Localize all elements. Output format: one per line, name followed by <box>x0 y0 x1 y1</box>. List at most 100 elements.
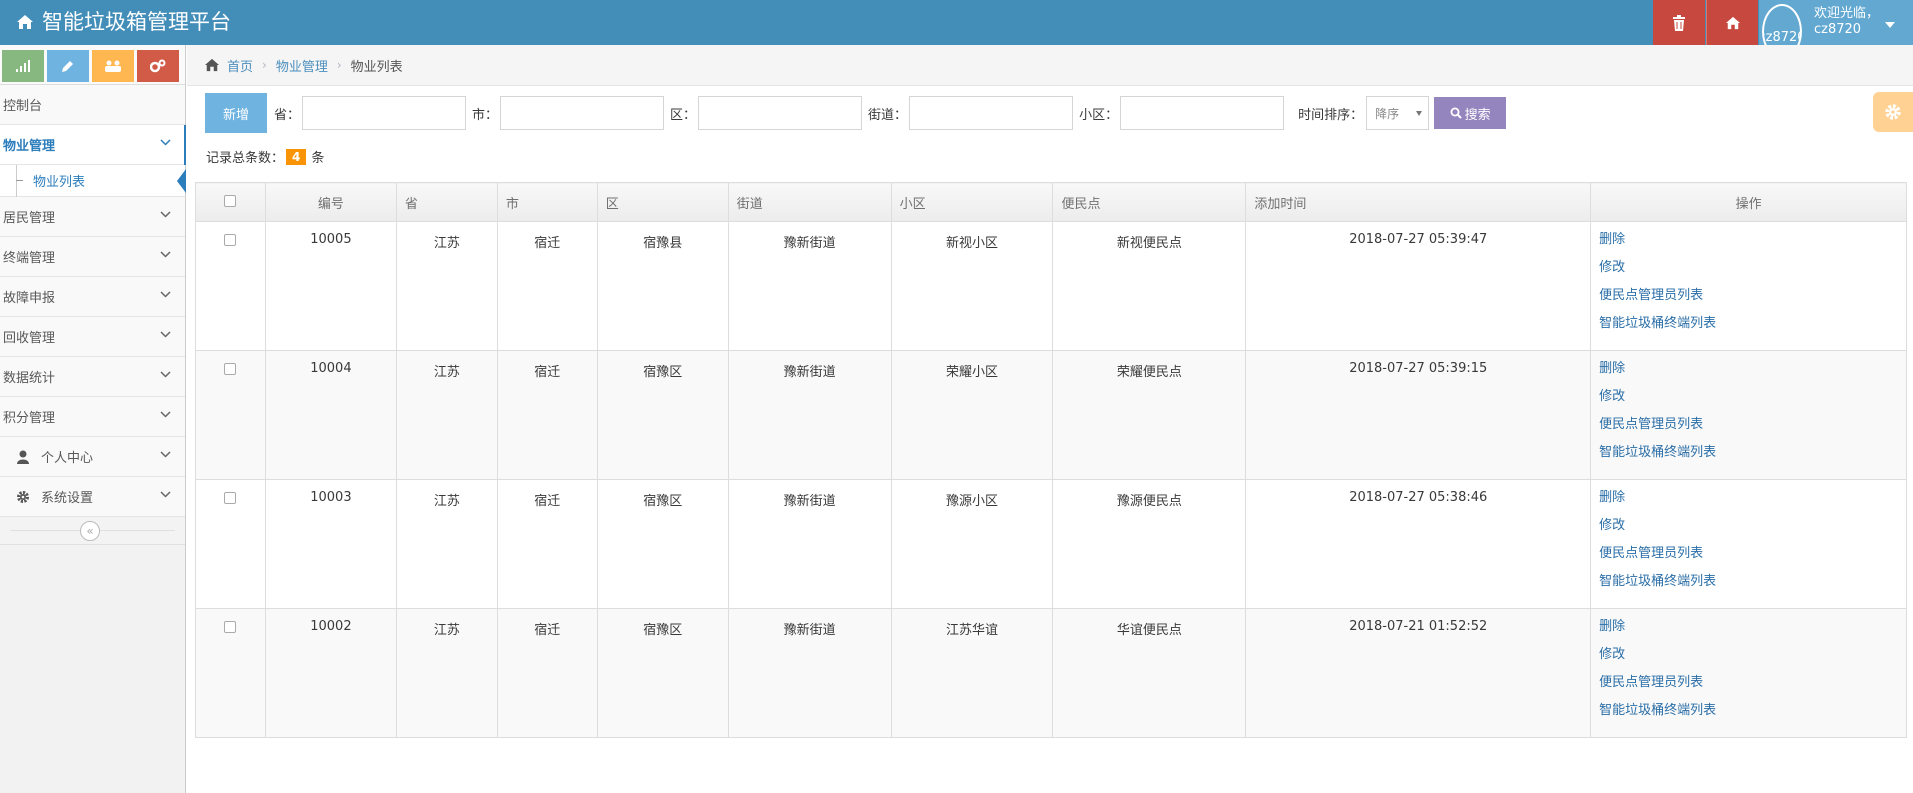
home-button[interactable] <box>1706 0 1758 45</box>
city-input[interactable] <box>500 96 665 130</box>
street-label: 街道： <box>868 107 908 123</box>
service-point-admins-link[interactable]: 便民点管理员列表 <box>1599 282 1906 310</box>
smart-bin-terminals-link[interactable]: 智能垃圾桶终端列表 <box>1599 568 1906 596</box>
sort-select[interactable]: 降序 <box>1366 96 1430 130</box>
column-header[interactable]: 区 <box>596 182 729 222</box>
service-point-admins-link[interactable]: 便民点管理员列表 <box>1599 669 1906 697</box>
home-icon <box>17 15 33 29</box>
cell-city: 宿迁 <box>496 479 598 609</box>
record-count: 记录总条数： 4 条 <box>206 147 324 166</box>
home-icon <box>1725 16 1740 29</box>
edit-link[interactable]: 修改 <box>1599 641 1906 669</box>
cell-community: 新视小区 <box>890 221 1054 351</box>
sidebar-item-label: 个人中心 <box>41 451 94 466</box>
column-header[interactable]: 小区 <box>890 182 1054 222</box>
search-button[interactable]: 搜索 <box>1434 97 1507 129</box>
cell-id: 10004 <box>264 350 397 480</box>
table-row: 10004 江苏 宿迁 宿豫区 豫新街道 荣耀小区 荣耀便民点 2018-07-… <box>195 350 1907 480</box>
delete-link[interactable]: 删除 <box>1599 613 1906 641</box>
column-header[interactable]: 街道 <box>727 182 892 222</box>
sidebar-item-recycling[interactable]: 回收管理 <box>0 317 185 357</box>
column-header[interactable]: 市 <box>496 182 598 222</box>
shortcut-group-button[interactable] <box>92 50 134 82</box>
app-brand[interactable]: 智能垃圾箱管理平台 <box>16 8 231 36</box>
caret-down-icon <box>1416 111 1423 116</box>
tree-dash <box>16 180 23 181</box>
smart-bin-terminals-link[interactable]: 智能垃圾桶终端列表 <box>1599 697 1906 725</box>
district-label: 区： <box>670 107 697 123</box>
row-checkbox[interactable] <box>224 234 237 246</box>
delete-link[interactable]: 删除 <box>1599 355 1906 383</box>
sidebar-item-residents[interactable]: 居民管理 <box>0 197 185 237</box>
search-button-label: 搜索 <box>1464 106 1491 122</box>
shortcut-stats-button[interactable] <box>2 50 44 82</box>
edit-link[interactable]: 修改 <box>1599 383 1906 411</box>
sidebar-item-points[interactable]: 积分管理 <box>0 397 185 437</box>
sidebar-item-property[interactable]: 物业管理 <box>0 125 186 165</box>
cell-service-point: 新视便民点 <box>1052 221 1247 351</box>
sidebar-item-statistics[interactable]: 数据统计 <box>0 357 185 397</box>
cell-district: 宿豫区 <box>596 608 729 738</box>
chevron-down-icon <box>160 451 171 458</box>
cell-district: 宿豫区 <box>596 479 729 609</box>
row-select-cell <box>195 479 266 609</box>
select-all-header <box>195 182 266 222</box>
settings-toggle-button[interactable] <box>1873 92 1913 132</box>
sidebar-item-label: 居民管理 <box>3 211 56 226</box>
community-input[interactable] <box>1120 96 1285 130</box>
breadcrumb-section-link[interactable]: 物业管理 <box>276 56 328 75</box>
cogs-icon <box>150 59 166 73</box>
user-info: 欢迎光临， cz8720 <box>1814 6 1879 38</box>
service-point-admins-link[interactable]: 便民点管理员列表 <box>1599 540 1906 568</box>
caret-down-icon <box>1885 22 1895 28</box>
user-icon <box>5 450 41 464</box>
cell-actions: 删除 修改 便民点管理员列表 智能垃圾桶终端列表 <box>1590 608 1907 738</box>
column-header[interactable]: 添加时间 <box>1245 182 1592 222</box>
row-checkbox[interactable] <box>224 492 237 504</box>
edit-link[interactable]: 修改 <box>1599 512 1906 540</box>
cell-street: 豫新街道 <box>727 608 892 738</box>
cell-street: 豫新街道 <box>727 479 892 609</box>
row-checkbox[interactable] <box>224 621 237 633</box>
sidebar-item-terminals[interactable]: 终端管理 <box>0 237 185 277</box>
row-checkbox[interactable] <box>224 363 237 375</box>
sidebar-collapse-button[interactable]: « <box>80 521 100 541</box>
column-header[interactable]: 编号 <box>264 182 397 222</box>
sidebar-item-dashboard[interactable]: 控制台 <box>0 85 185 125</box>
cell-community: 豫源小区 <box>890 479 1054 609</box>
trash-icon <box>1673 14 1685 31</box>
smart-bin-terminals-link[interactable]: 智能垃圾桶终端列表 <box>1599 439 1906 467</box>
shortcut-settings-button[interactable] <box>137 50 179 82</box>
sidebar-item-label: 控制台 <box>3 99 43 114</box>
street-input[interactable] <box>909 96 1074 130</box>
add-button[interactable]: 新增 <box>205 93 267 133</box>
cell-added-time: 2018-07-27 05:39:47 <box>1245 221 1592 351</box>
sidebar-item-system-settings[interactable]: 系统设置 <box>0 477 185 517</box>
province-input[interactable] <box>302 96 467 130</box>
sidebar-item-profile[interactable]: 个人中心 <box>0 437 185 477</box>
trash-button[interactable] <box>1653 0 1705 45</box>
service-point-admins-link[interactable]: 便民点管理员列表 <box>1599 411 1906 439</box>
chevron-down-icon <box>160 491 171 498</box>
sidebar-item-faults[interactable]: 故障申报 <box>0 277 185 317</box>
district-input[interactable] <box>698 96 863 130</box>
delete-link[interactable]: 删除 <box>1599 484 1906 512</box>
shortcut-edit-button[interactable] <box>47 50 89 82</box>
select-all-checkbox[interactable] <box>224 195 237 207</box>
smart-bin-terminals-link[interactable]: 智能垃圾桶终端列表 <box>1599 310 1906 338</box>
greeting-text: 欢迎光临， <box>1814 6 1880 21</box>
edit-link[interactable]: 修改 <box>1599 254 1906 282</box>
cell-district: 宿豫县 <box>596 221 729 351</box>
breadcrumb-home-link[interactable]: 首页 <box>227 56 253 75</box>
cell-street: 豫新街道 <box>727 221 892 351</box>
cell-id: 10003 <box>264 479 397 609</box>
column-header[interactable]: 便民点 <box>1052 182 1247 222</box>
cell-city: 宿迁 <box>496 221 598 351</box>
column-header[interactable]: 省 <box>395 182 498 222</box>
cell-province: 江苏 <box>395 221 498 351</box>
cell-service-point: 华谊便民点 <box>1052 608 1247 738</box>
delete-link[interactable]: 删除 <box>1599 226 1906 254</box>
user-menu[interactable]: cz8720 欢迎光临， cz8720 <box>1759 0 1913 59</box>
sidebar-subitem-property-list[interactable]: 物业列表 <box>0 165 186 197</box>
cell-street: 豫新街道 <box>727 350 892 480</box>
